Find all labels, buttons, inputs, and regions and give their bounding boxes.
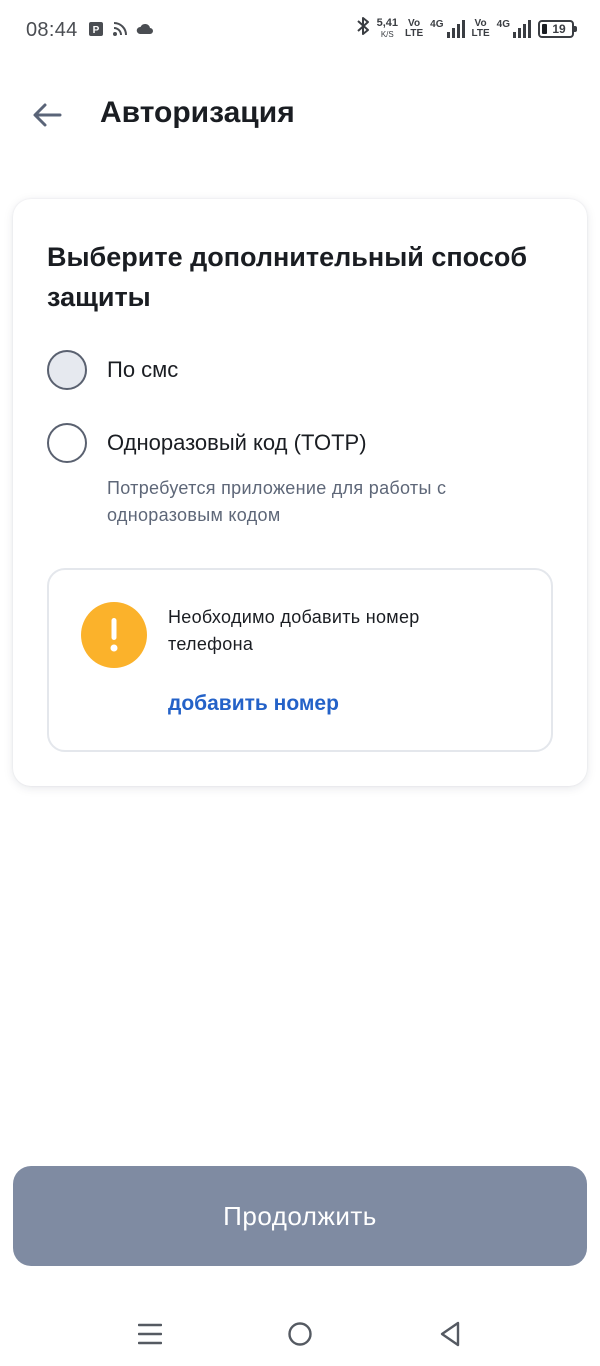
warning-icon xyxy=(81,602,147,668)
cloud-icon xyxy=(136,22,154,41)
volte-top: Vo xyxy=(474,17,487,29)
status-bar: 08:44 P 5,41 K/S Vo LTE 4G Vo LTE 4G 19 xyxy=(0,0,600,60)
status-right-icons: 5,41 K/S Vo LTE 4G Vo LTE 4G 19 xyxy=(356,16,577,41)
net-speed: 5,41 K/S xyxy=(376,16,398,40)
status-notification-icons: P xyxy=(88,21,154,42)
security-method-card: Выберите дополнительный способ защиты По… xyxy=(13,199,587,786)
option-totp-label: Одноразовый код (TOTP) xyxy=(107,430,367,455)
volte-bottom: LTE xyxy=(471,27,490,39)
status-time: 08:44 xyxy=(26,19,78,41)
arrow-left-icon xyxy=(33,103,62,127)
option-totp[interactable]: Одноразовый код (TOTP) xyxy=(47,423,367,463)
bluetooth-icon xyxy=(356,16,370,41)
notice-text: Необходимо добавить номер телефона xyxy=(168,607,420,654)
add-number-link[interactable]: добавить номер xyxy=(168,692,339,716)
option-sms[interactable]: По смс xyxy=(47,350,178,390)
svg-text:P: P xyxy=(93,25,100,36)
volte-top: Vo xyxy=(408,17,421,29)
volte-indicator-2: Vo LTE xyxy=(471,17,490,39)
card-title: Выберите дополнительный способ защиты xyxy=(47,242,528,312)
sim2-network-tag: 4G xyxy=(496,18,510,30)
sim1-network-tag: 4G xyxy=(430,18,444,30)
radio-totp[interactable] xyxy=(47,423,87,463)
page-title: Авторизация xyxy=(100,96,295,129)
app-header: Авторизация xyxy=(0,80,600,150)
option-sms-label: По смс xyxy=(107,357,179,382)
recent-apps-button[interactable] xyxy=(130,1316,170,1352)
rss-icon xyxy=(112,21,128,42)
menu-icon xyxy=(138,1323,162,1345)
net-speed-unit: K/S xyxy=(380,29,394,39)
battery-icon: 19 xyxy=(538,19,577,38)
signal-icon-sim2: 4G xyxy=(496,18,531,38)
net-speed-value: 5,41 xyxy=(376,16,398,29)
signal-icon-sim1: 4G xyxy=(430,18,465,38)
system-back-button[interactable] xyxy=(430,1316,470,1352)
phone-notice: Необходимо добавить номер телефона добав… xyxy=(47,568,553,752)
notification-app-icon: P xyxy=(88,21,104,42)
home-circle-icon xyxy=(288,1322,312,1346)
totp-hint: Потребуется приложение для работы с одно… xyxy=(107,478,447,525)
triangle-back-icon xyxy=(440,1321,460,1347)
radio-sms[interactable] xyxy=(47,350,87,390)
system-nav-bar xyxy=(0,1300,600,1366)
continue-button[interactable]: Продолжить xyxy=(13,1166,587,1266)
home-button[interactable] xyxy=(280,1316,320,1352)
battery-level: 19 xyxy=(552,21,566,36)
back-button[interactable] xyxy=(24,92,70,138)
volte-bottom: LTE xyxy=(405,27,424,39)
volte-indicator-1: Vo LTE xyxy=(405,17,424,39)
